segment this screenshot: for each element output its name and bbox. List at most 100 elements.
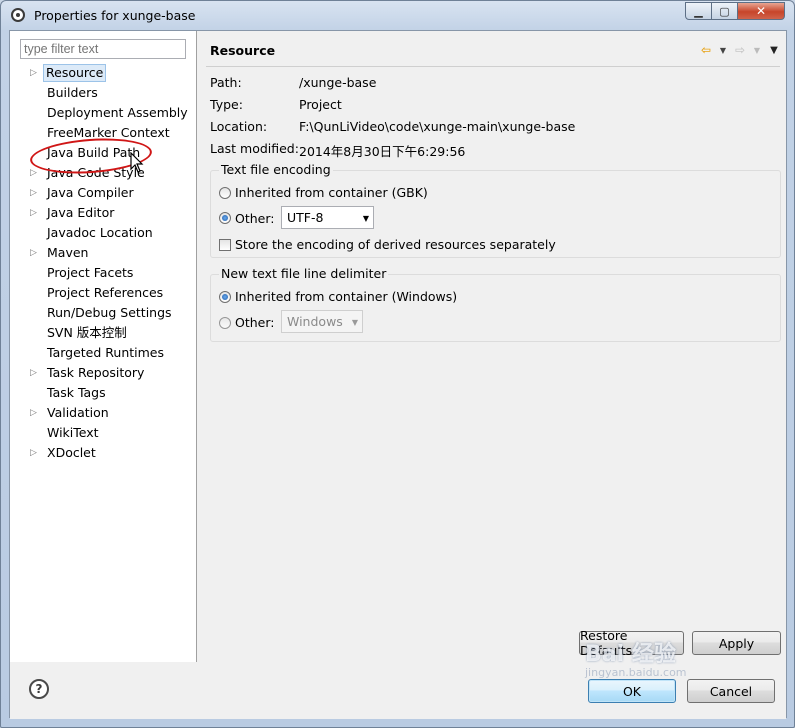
baidu-watermark: Bai 经验 jingyan.baidu.com	[585, 636, 687, 679]
tree-item-label: Project References	[47, 285, 164, 300]
delimiter-inherited-radio[interactable]	[219, 291, 231, 303]
expand-arrow-icon[interactable]: ▷	[30, 188, 37, 198]
tree-item-label: Deployment Assembly	[47, 105, 188, 120]
window-title: Properties for xunge-base	[34, 8, 196, 23]
tree-item-resource[interactable]: ▷ Resource	[10, 64, 197, 84]
encoding-select[interactable]: UTF-8 ▼	[281, 206, 374, 229]
location-label: Location:	[210, 119, 268, 134]
resource-page: Resource ⇦ ▼ ⇨ ▼ ▼ Path: /xunge-base Typ…	[198, 31, 786, 662]
header-separator	[206, 66, 780, 67]
watermark-text: Bai 经验	[585, 642, 676, 667]
delimiter-other-label[interactable]: Other:	[235, 315, 274, 330]
tree-item-label: WikiText	[47, 425, 99, 440]
history-nav: ⇦ ▼ ⇨ ▼ ▼	[698, 43, 782, 57]
location-value: F:\QunLiVideo\code\xunge-main\xunge-base	[299, 119, 576, 134]
modified-value: 2014年8月30日下午6:29:56	[299, 144, 466, 159]
store-encoding-checkbox[interactable]	[219, 239, 231, 251]
tree-item-label: Targeted Runtimes	[47, 345, 164, 360]
close-button[interactable]: ✕	[737, 2, 785, 20]
page-title: Resource	[210, 43, 276, 58]
tree-item-label: Task Tags	[47, 385, 106, 400]
tree-item-validation[interactable]: ▷ Validation	[10, 404, 197, 424]
forward-arrow-icon[interactable]: ⇨	[732, 43, 748, 57]
tree-item-label: Maven	[47, 245, 89, 260]
modified-label: Last modified:	[210, 141, 299, 156]
expand-arrow-icon[interactable]: ▷	[30, 248, 37, 258]
delimiter-select-value: Windows	[287, 314, 343, 329]
forward-dropdown-icon[interactable]: ▼	[752, 43, 762, 57]
tree-item-label: Validation	[47, 405, 109, 420]
delimiter-select[interactable]: Windows ▼	[281, 310, 363, 333]
ok-button[interactable]: OK	[588, 679, 676, 703]
tree-item-task-repository[interactable]: ▷ Task Repository	[10, 364, 197, 384]
tree-item-run-debug-settings[interactable]: Run/Debug Settings	[10, 304, 197, 324]
text-encoding-group: Text file encoding Inherited from contai…	[210, 162, 781, 258]
watermark-sub: jingyan.baidu.com	[585, 666, 687, 679]
chevron-down-icon: ▼	[362, 214, 369, 223]
tree-item-task-tags[interactable]: Task Tags	[10, 384, 197, 404]
tree-item-label: Task Repository	[47, 365, 145, 380]
delimiter-inherited-label[interactable]: Inherited from container (Windows)	[235, 289, 457, 304]
encoding-inherited-label[interactable]: Inherited from container (GBK)	[235, 185, 428, 200]
tree-item-label: Java Compiler	[47, 185, 134, 200]
path-label: Path:	[210, 75, 242, 90]
store-encoding-label[interactable]: Store the encoding of derived resources …	[235, 237, 556, 252]
apply-button[interactable]: Apply	[692, 631, 781, 655]
mouse-cursor-icon	[130, 152, 144, 173]
encoding-other-radio[interactable]	[219, 212, 231, 224]
tree-item-deployment-assembly[interactable]: Deployment Assembly	[10, 104, 197, 124]
minimize-button[interactable]: ▁	[685, 2, 712, 20]
tree-item-label: Java Editor	[47, 205, 115, 220]
chevron-down-icon: ▼	[351, 318, 358, 327]
tree-item-label: Builders	[47, 85, 98, 100]
tree-item-xdoclet[interactable]: ▷ XDoclet	[10, 444, 197, 464]
tree-item-java-compiler[interactable]: ▷ Java Compiler	[10, 184, 197, 204]
tree-item-label: Project Facets	[47, 265, 134, 280]
encoding-inherited-radio[interactable]	[219, 187, 231, 199]
view-menu-icon[interactable]: ▼	[766, 43, 782, 57]
tree-item-svn[interactable]: SVN 版本控制	[10, 324, 197, 344]
expand-arrow-icon[interactable]: ▷	[30, 408, 37, 418]
tree-item-label: SVN 版本控制	[47, 325, 127, 340]
tree-item-wikitext[interactable]: WikiText	[10, 424, 197, 444]
tree-item-targeted-runtimes[interactable]: Targeted Runtimes	[10, 344, 197, 364]
encoding-other-label[interactable]: Other:	[235, 211, 274, 226]
maximize-icon: ▢	[719, 4, 730, 18]
maximize-button[interactable]: ▢	[711, 2, 738, 20]
expand-arrow-icon[interactable]: ▷	[30, 208, 37, 218]
cancel-button[interactable]: Cancel	[687, 679, 775, 703]
tree-item-java-editor[interactable]: ▷ Java Editor	[10, 204, 197, 224]
dialog-client: ▷ResourceBuildersDeployment AssemblyFree…	[9, 30, 787, 719]
minimize-icon: ▁	[694, 4, 703, 18]
expand-arrow-icon[interactable]: ▷	[30, 368, 37, 378]
filter-input[interactable]	[20, 39, 186, 59]
tree-item-label: XDoclet	[47, 445, 96, 460]
expand-arrow-icon[interactable]: ▷	[30, 168, 37, 178]
eclipse-icon	[11, 8, 25, 22]
type-value: Project	[299, 97, 342, 112]
line-delimiter-group: New text file line delimiter Inherited f…	[210, 266, 781, 342]
tree-item-maven[interactable]: ▷ Maven	[10, 244, 197, 264]
title-bar[interactable]: Properties for xunge-base ▁ ▢ ✕	[1, 1, 794, 29]
tree-item-project-references[interactable]: Project References	[10, 284, 197, 304]
close-icon: ✕	[755, 4, 767, 18]
text-encoding-title: Text file encoding	[219, 162, 333, 177]
tree-item-builders[interactable]: Builders	[10, 84, 197, 104]
delimiter-other-radio[interactable]	[219, 317, 231, 329]
encoding-select-value: UTF-8	[287, 210, 324, 225]
tree-item-javadoc-location[interactable]: Javadoc Location	[10, 224, 197, 244]
expand-arrow-icon[interactable]: ▷	[30, 448, 37, 458]
help-icon[interactable]: ?	[29, 679, 49, 699]
properties-dialog: Properties for xunge-base ▁ ▢ ✕ ▷ Resourc…	[0, 0, 795, 728]
tree-item-label: Javadoc Location	[47, 225, 153, 240]
tree-item-project-facets[interactable]: Project Facets	[10, 264, 197, 284]
path-value: /xunge-base	[299, 75, 377, 90]
back-arrow-icon[interactable]: ⇦	[698, 43, 714, 57]
expand-arrow-icon[interactable]: ▷	[30, 68, 37, 78]
type-label: Type:	[210, 97, 243, 112]
back-dropdown-icon[interactable]: ▼	[718, 43, 728, 57]
page-header: Resource ⇦ ▼ ⇨ ▼ ▼	[198, 31, 786, 67]
property-page-list: ▷ResourceBuildersDeployment AssemblyFree…	[10, 31, 197, 662]
tree-item-label: Run/Debug Settings	[47, 305, 172, 320]
line-delimiter-title: New text file line delimiter	[219, 266, 389, 281]
